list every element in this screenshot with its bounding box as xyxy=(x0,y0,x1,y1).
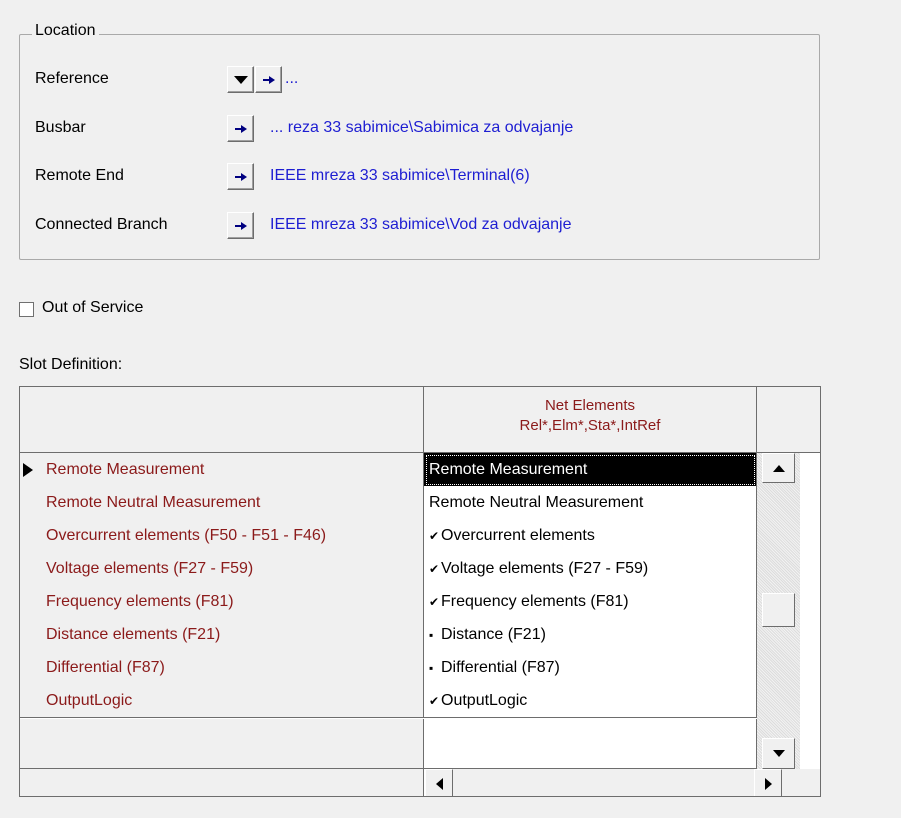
scroll-left-button[interactable] xyxy=(425,769,453,796)
slot-row-value-text: Remote Neutral Measurement xyxy=(429,494,644,511)
arrow-right-icon xyxy=(234,172,247,181)
checkmark-icon: ✔ xyxy=(429,595,440,609)
slot-row-value-cell[interactable]: Remote Neutral Measurement xyxy=(424,486,757,520)
slot-row-name[interactable]: Overcurrent elements (F50 - F51 - F46) xyxy=(20,519,424,553)
slot-row-name-text: Distance elements (F21) xyxy=(46,626,221,643)
busbar-row: Busbar ... reza 33 sabimice\Sabimica za … xyxy=(35,115,815,145)
current-row-pointer-icon xyxy=(23,463,33,477)
checkmark-icon: ✔ xyxy=(429,694,440,708)
busbar-value[interactable]: ... reza 33 sabimice\Sabimica za odvajan… xyxy=(270,119,573,137)
slot-row-value-cell[interactable]: ✔ Voltage elements (F27 - F59) xyxy=(424,552,757,586)
slot-row-value-cell[interactable]: ▪ Differential (F87) xyxy=(424,651,757,685)
column-header-line1: Net Elements xyxy=(544,397,636,414)
slot-row-value-text: Differential (F87) xyxy=(441,659,560,676)
slot-row-name[interactable]: Frequency elements (F81) xyxy=(20,585,424,619)
partial-mark-icon: ▪ xyxy=(429,661,434,675)
connected-branch-value[interactable]: IEEE mreza 33 sabimice\Vod za odvajanje xyxy=(270,216,572,234)
checkmark-icon: ✔ xyxy=(429,529,440,543)
scroll-thumb[interactable] xyxy=(762,593,795,627)
triangle-right-icon xyxy=(764,777,772,790)
slot-row-value-text: Overcurrent elements xyxy=(441,527,595,544)
location-group-title: Location xyxy=(32,22,99,40)
horizontal-scrollbar[interactable] xyxy=(425,769,782,796)
slot-row-name-text: Remote Measurement xyxy=(46,461,205,478)
reference-select-button[interactable] xyxy=(255,66,282,93)
remote-end-label: Remote End xyxy=(35,167,124,184)
slot-row-value-cell[interactable]: ✔ Frequency elements (F81) xyxy=(424,585,757,619)
out-of-service-label[interactable]: Out of Service xyxy=(42,299,143,317)
busbar-jump-button[interactable] xyxy=(227,115,254,142)
connected-branch-jump-button[interactable] xyxy=(227,212,254,239)
slot-row-value-text: Distance (F21) xyxy=(441,626,546,643)
slot-row-value-text: Frequency elements (F81) xyxy=(441,593,629,610)
reference-label: Reference xyxy=(35,70,109,87)
triangle-left-icon xyxy=(435,777,443,790)
slot-row-value-cell[interactable]: ▪ Distance (F21) xyxy=(424,618,757,652)
out-of-service-checkbox[interactable] xyxy=(19,302,34,317)
remote-end-jump-button[interactable] xyxy=(227,163,254,190)
slot-row-name[interactable]: Distance elements (F21) xyxy=(20,618,424,652)
net-elements-column-header[interactable]: Net Elements Rel*,Elm*,Sta*,IntRef xyxy=(424,387,757,453)
empty-row-cell[interactable] xyxy=(424,719,757,769)
connected-branch-row: Connected Branch IEEE mreza 33 sabimice\… xyxy=(35,212,815,242)
extra-column-header xyxy=(757,387,820,453)
scroll-right-button[interactable] xyxy=(754,769,782,796)
checkmark-icon: ✔ xyxy=(429,562,440,576)
slot-row-name-text: Frequency elements (F81) xyxy=(46,593,234,610)
scrollbar-corner xyxy=(782,769,820,796)
slot-definition-title: Slot Definition: xyxy=(19,356,123,373)
reference-value[interactable]: ... xyxy=(285,70,298,88)
slot-definition-grid: Net Elements Rel*,Elm*,Sta*,IntRef Remot… xyxy=(19,386,821,797)
grid-bottom-left xyxy=(20,769,424,796)
triangle-up-icon xyxy=(772,464,785,472)
slot-row-name-text: Remote Neutral Measurement xyxy=(46,494,261,511)
triangle-down-icon xyxy=(233,75,248,84)
slot-row-value-cell[interactable]: ✔ Overcurrent elements xyxy=(424,519,757,553)
arrow-right-icon xyxy=(234,124,247,133)
empty-row-header xyxy=(20,719,424,769)
slot-row-name[interactable]: OutputLogic xyxy=(20,684,424,718)
arrow-right-icon xyxy=(262,75,275,84)
busbar-label: Busbar xyxy=(35,119,86,136)
slot-row-value-cell[interactable]: ✔ OutputLogic xyxy=(424,684,757,718)
reference-row: Reference ... xyxy=(35,66,815,96)
column-header-line2: Rel*,Elm*,Sta*,IntRef xyxy=(519,417,661,434)
arrow-right-icon xyxy=(234,221,247,230)
slot-row-name-text: Voltage elements (F27 - F59) xyxy=(46,560,254,577)
dropdown-button[interactable] xyxy=(227,66,254,93)
slot-row-name[interactable]: Voltage elements (F27 - F59) xyxy=(20,552,424,586)
connected-branch-label: Connected Branch xyxy=(35,216,168,233)
slot-row-name[interactable]: Remote Measurement xyxy=(20,453,424,487)
slot-row-name-text: Overcurrent elements (F50 - F51 - F46) xyxy=(46,527,327,544)
slot-row-value-text: Remote Measurement xyxy=(429,461,588,478)
remote-end-row: Remote End IEEE mreza 33 sabimice\Termin… xyxy=(35,163,815,193)
slot-row-value-cell[interactable]: Remote Measurement xyxy=(424,453,757,487)
slot-row-name-text: OutputLogic xyxy=(46,692,133,709)
slot-row-value-text: OutputLogic xyxy=(441,692,528,709)
remote-end-value[interactable]: IEEE mreza 33 sabimice\Terminal(6) xyxy=(270,167,530,185)
triangle-down-icon xyxy=(772,750,785,757)
row-header-corner xyxy=(20,387,424,453)
slot-row-name[interactable]: Remote Neutral Measurement xyxy=(20,486,424,520)
scroll-up-button[interactable] xyxy=(762,453,795,483)
scroll-down-button[interactable] xyxy=(762,738,795,769)
vertical-scrollbar[interactable] xyxy=(757,453,800,769)
slot-row-name[interactable]: Differential (F87) xyxy=(20,651,424,685)
partial-mark-icon: ▪ xyxy=(429,628,434,642)
slot-row-name-text: Differential (F87) xyxy=(46,659,165,676)
slot-row-value-text: Voltage elements (F27 - F59) xyxy=(441,560,649,577)
